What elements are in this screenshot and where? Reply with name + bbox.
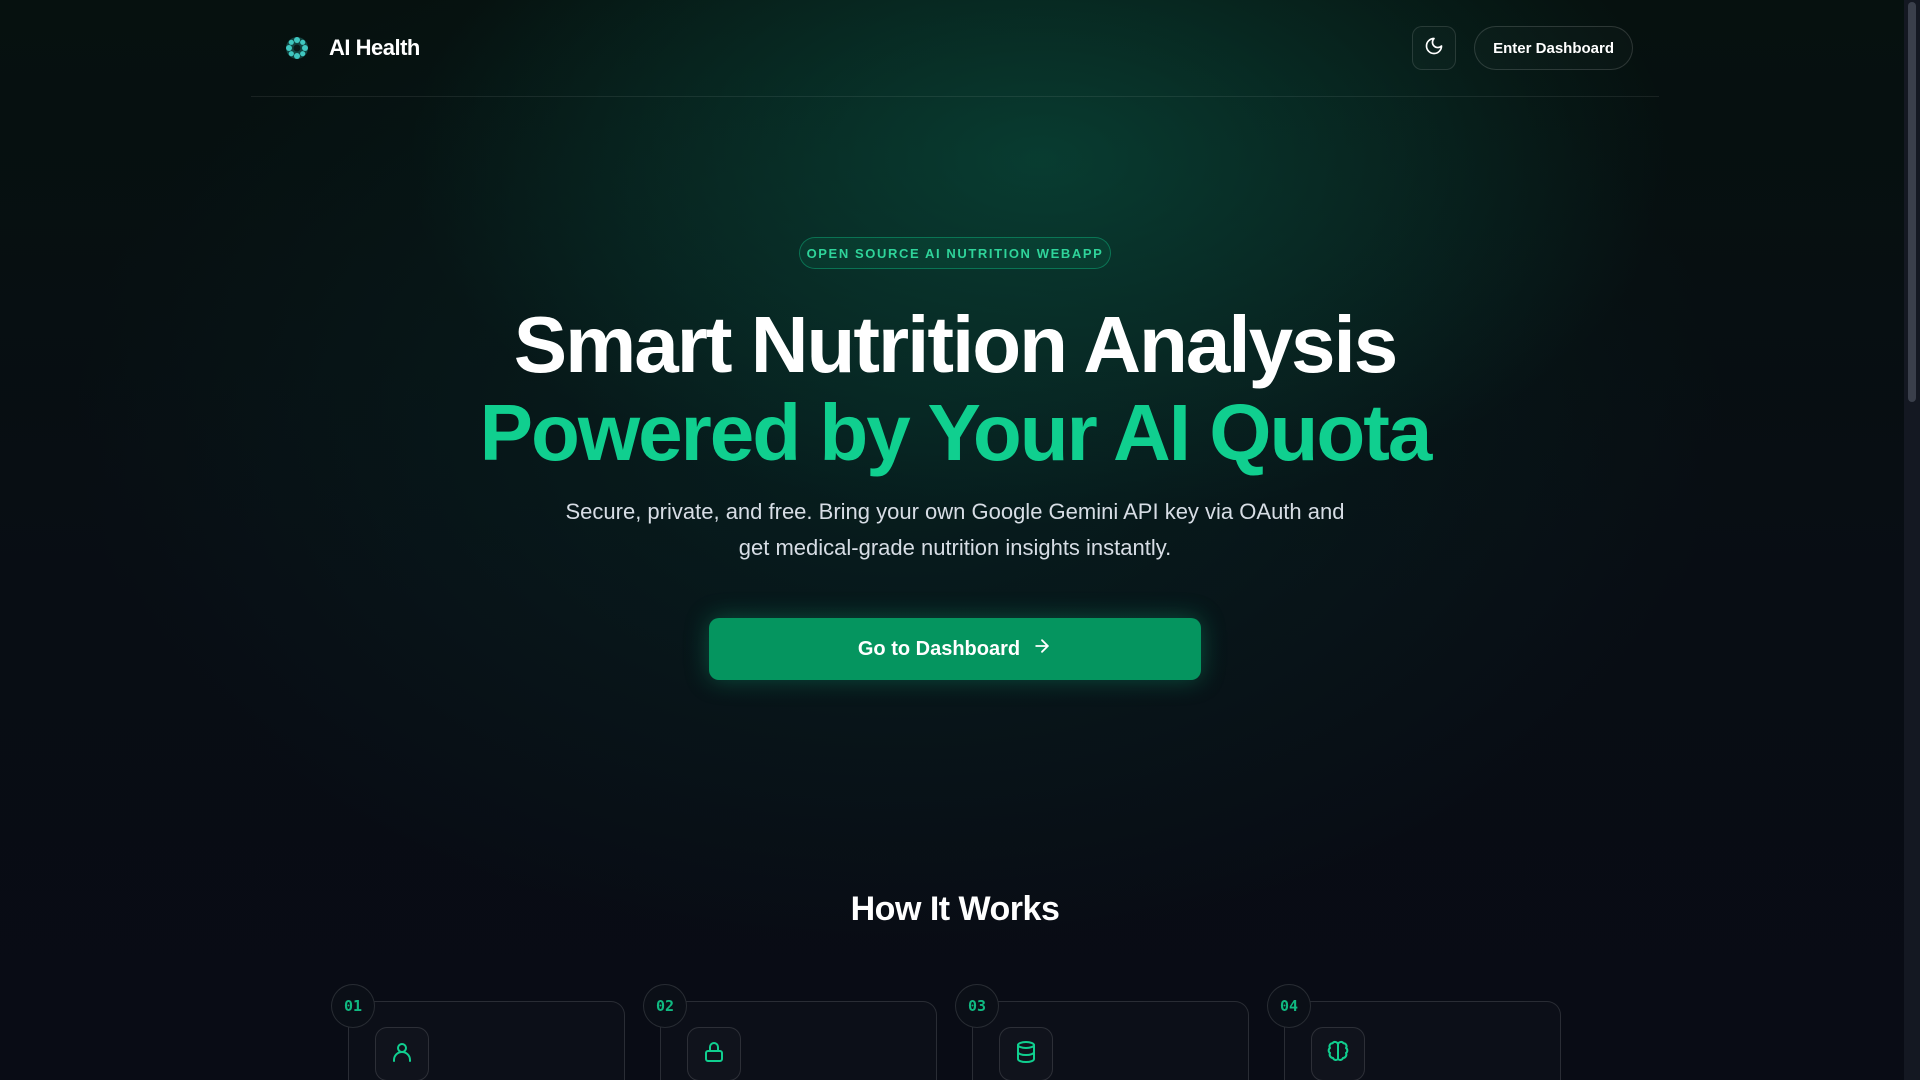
vertical-scrollbar[interactable] <box>1904 0 1920 1080</box>
brand-name: AI Health <box>329 35 420 60</box>
logo-icon <box>283 34 311 62</box>
go-to-dashboard-button[interactable]: Go to Dashboard <box>709 618 1201 680</box>
step-number: 02 <box>643 984 687 1028</box>
arrow-right-icon <box>1032 636 1052 662</box>
cta-label: Go to Dashboard <box>857 637 1021 660</box>
enter-dashboard-button[interactable]: Enter Dashboard <box>1474 26 1633 70</box>
moon-icon <box>1424 36 1444 61</box>
hero-title-line2: Powered by Your AI Quota <box>479 388 1433 477</box>
theme-toggle-button[interactable] <box>1412 26 1457 70</box>
hero-subtitle-line1: Secure, private, and free. Bring your ow… <box>565 499 1345 524</box>
step-number: 04 <box>1267 984 1311 1028</box>
step-number: 03 <box>955 984 999 1028</box>
hero-title-line1: Smart Nutrition Analysis <box>513 300 1399 389</box>
brand[interactable]: AI Health <box>283 34 420 62</box>
step-number: 01 <box>331 984 375 1028</box>
landing-page: AI Health Enter Dashboard OPEN SOURCE AI… <box>0 0 1904 1080</box>
hero-badge: OPEN SOURCE AI NUTRITION WEBAPP <box>799 237 1111 269</box>
header-actions: Enter Dashboard <box>1412 26 1633 70</box>
top-nav: AI Health Enter Dashboard <box>251 0 1659 97</box>
step-icon-box <box>999 1027 1053 1080</box>
how-it-works-title: How It Works <box>850 890 1060 928</box>
step-icon-box <box>1311 1027 1365 1080</box>
scrollbar-thumb[interactable] <box>1908 2 1916 402</box>
brain-icon <box>1326 1040 1350 1069</box>
step-icon-box <box>375 1027 429 1080</box>
step-icon-box <box>687 1027 741 1080</box>
lock-icon <box>702 1040 726 1069</box>
user-icon <box>390 1040 414 1069</box>
hero-subtitle-line2: get medical-grade nutrition insights ins… <box>738 535 1172 560</box>
database-icon <box>1014 1040 1038 1069</box>
hero-subtitle: Secure, private, and free. Bring your ow… <box>560 494 1350 566</box>
